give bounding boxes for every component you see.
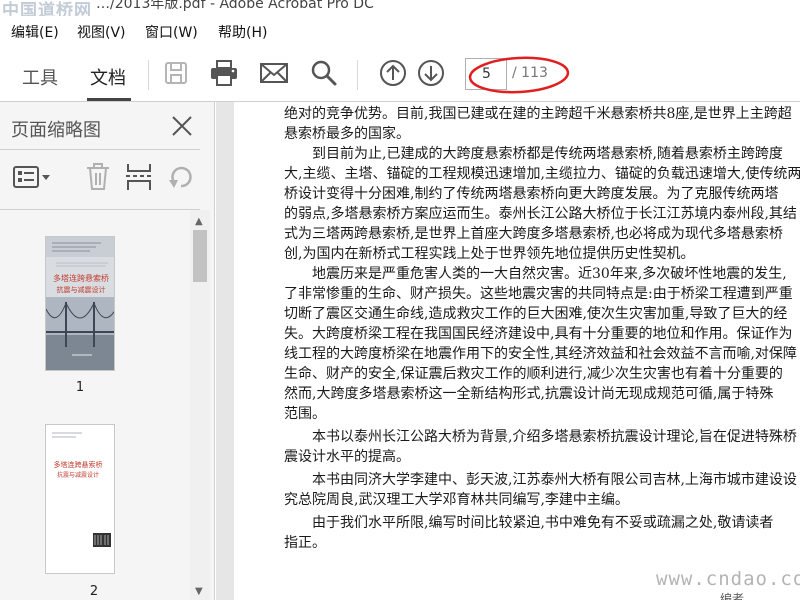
document-viewport[interactable]: 绝对的竞争优势。目前,我国已建或在建的主跨超千米悬索桥共8座,是世界上主跨超 悬… — [216, 102, 800, 600]
email-icon[interactable] — [259, 58, 289, 88]
close-icon[interactable] — [170, 114, 194, 138]
panel-title: 页面缩略图 — [11, 120, 101, 141]
menu-view[interactable]: 视图(V) — [77, 22, 126, 42]
page-number-input[interactable]: 5 — [465, 58, 507, 90]
thumbnail-options-icon[interactable] — [12, 162, 50, 192]
panel-divider — [0, 149, 200, 150]
toolbar: 工具 文档 5 / 113 — [0, 44, 800, 102]
document-text-line: 生命、财产的安全,保证震后救灾工作的顺利进行,减少次生灾害也有着十分重要的 — [284, 366, 783, 382]
document-text-line: 失。大跨度桥梁工程在我国国民经济建设中,具有十分重要的地位和作用。保证作为 — [284, 326, 793, 342]
toolbar-divider — [357, 60, 358, 90]
scroll-up-arrow-icon[interactable]: ▲ — [195, 216, 203, 227]
thumbnail-list: 多塔连跨悬索桥 抗震与减震设计 1 多塔连跨悬索桥 抗震与减震设计 2 — [0, 210, 190, 600]
document-text-line: 线工程的大跨度桥梁在地震作用下的安全性,其经济效益和社会效益不言而喻,对保障 — [284, 346, 797, 362]
menu-bar: 编辑(E) 视图(V) 窗口(W) 帮助(H) — [0, 18, 800, 44]
document-text-line: 到目前为止,已建成的大跨度悬索桥都是传统两塔悬索桥,随着悬索桥主跨跨度 — [284, 146, 783, 162]
rotate-page-icon[interactable] — [166, 162, 196, 192]
page-thumbnail-1[interactable]: 多塔连跨悬索桥 抗震与减震设计 — [45, 236, 115, 371]
site-watermark: 中国道桥网 — [2, 1, 92, 16]
document-text-line: 桥设计变得十分困难,制约了传统两塔悬索桥向更大跨度发展。为了克服传统两塔 — [284, 186, 779, 202]
document-text-line: 本书以泰州长江公路大桥为背景,介绍多塔悬索桥抗震设计理论,旨在促进特殊桥 — [284, 429, 797, 445]
document-text-line: 大,主缆、主塔、锚碇的工程规模迅速增加,主缆拉力、锚碇的负载迅速增大,使传统两塔 — [284, 166, 800, 182]
tab-tools[interactable]: 工具 — [22, 64, 58, 90]
document-text-line: 指正。 — [284, 535, 326, 551]
page-subtitle-text: 抗震与减震设计 — [57, 471, 99, 479]
document-text-line: 范围。 — [284, 406, 326, 422]
menu-window[interactable]: 窗口(W) — [145, 22, 198, 42]
site-watermark-url: www.cndao.com — [656, 568, 800, 590]
document-text-line: 由于我们水平所限,编写时间比较紧迫,书中难免有不妥或疏漏之处,敬请读者 — [284, 515, 774, 531]
tab-documents[interactable]: 文档 — [90, 64, 126, 90]
document-page: 绝对的竞争优势。目前,我国已建或在建的主跨超千米悬索桥共8座,是世界上主跨超 悬… — [234, 102, 800, 600]
document-text-line: 了非常惨重的生命、财产损失。这些地震灾害的共同特点是:由于桥梁工程遭到严重 — [284, 286, 793, 302]
document-text-line: 的弱点,多塔悬索桥方案应运而生。泰州长江公路大桥位于长江江苏境内泰州段,其结 — [284, 206, 797, 222]
search-icon[interactable] — [309, 58, 339, 88]
page-up-icon[interactable] — [378, 58, 408, 88]
cover-title: 多塔连跨悬索桥 — [53, 273, 109, 283]
book-page-image: 多塔连跨悬索桥 抗震与减震设计 — [46, 425, 114, 573]
document-text-line: 地震历来是严重危害人类的一大自然灾害。近30年来,多次破坏性地震的发生, — [284, 266, 787, 282]
page-thumbnail-2[interactable]: 多塔连跨悬索桥 抗震与减震设计 — [45, 424, 115, 574]
document-text-line: 本书由同济大学李建中、彭天波,江苏泰州大桥有限公司吉林,上海市城市建设设 — [284, 472, 797, 488]
page-thumbnails-panel: 页面缩略图 多塔连跨悬索桥 抗震与减震设计 1 多塔连跨悬索桥 抗震与减震设计 … — [0, 102, 215, 600]
document-text-line: 切断了震区交通生命线,造成救灾工作的巨大困难,使次生灾害加重,导致了巨大的经 — [284, 306, 788, 322]
insert-page-icon[interactable] — [124, 162, 154, 192]
document-text-line: 绝对的竞争优势。目前,我国已建或在建的主跨超千米悬索桥共8座,是世界上主跨超 — [284, 106, 792, 122]
page-total-label: / 113 — [512, 65, 548, 81]
scrollbar-thumb[interactable] — [193, 230, 207, 282]
thumbnail-scrollbar[interactable]: ▲ ▼ — [190, 210, 210, 600]
document-text-line: 究总院周良,武汉理工大学邓育林共同编写,李建中主编。 — [284, 492, 629, 508]
active-tab-indicator — [87, 98, 131, 101]
page-down-icon[interactable] — [416, 58, 446, 88]
menu-edit[interactable]: 编辑(E) — [11, 22, 59, 42]
print-icon[interactable] — [209, 58, 239, 88]
thumbnail-label: 1 — [75, 380, 85, 395]
toolbar-divider — [148, 60, 149, 90]
document-text-line: 震设计水平的提高。 — [284, 449, 410, 465]
book-cover-image: 多塔连跨悬索桥 抗震与减震设计 — [46, 237, 114, 370]
title-bar: 中国道桥网 …/2013年版.pdf - Adobe Acrobat Pro D… — [0, 0, 800, 16]
thumbnail-label: 2 — [89, 584, 99, 599]
document-text-line: 然而,大跨度多塔悬索桥这一全新结构形式,抗震设计尚无现成规范可循,属于特殊 — [284, 386, 774, 402]
document-text-line: 创,为国内在新桥式工程实践上处于世界领先地位提供历史性契机。 — [284, 246, 695, 262]
document-text-cutoff: 编者 — [720, 592, 745, 600]
document-text-line: 悬索桥最多的国家。 — [284, 126, 410, 142]
delete-page-icon[interactable] — [84, 162, 114, 192]
save-icon[interactable] — [161, 58, 191, 88]
cover-subtitle: 抗震与减震设计 — [57, 285, 106, 294]
window-title: …/2013年版.pdf - Adobe Acrobat Pro DC — [96, 0, 374, 12]
document-text-line: 式为三塔两跨悬索桥,是世界上首座大跨度多塔悬索桥,也必将成为现代多塔悬索桥 — [284, 226, 783, 242]
menu-help[interactable]: 帮助(H) — [218, 22, 267, 42]
scroll-down-arrow-icon[interactable]: ▼ — [195, 586, 203, 597]
page-title-text: 多塔连跨悬索桥 — [54, 460, 103, 469]
